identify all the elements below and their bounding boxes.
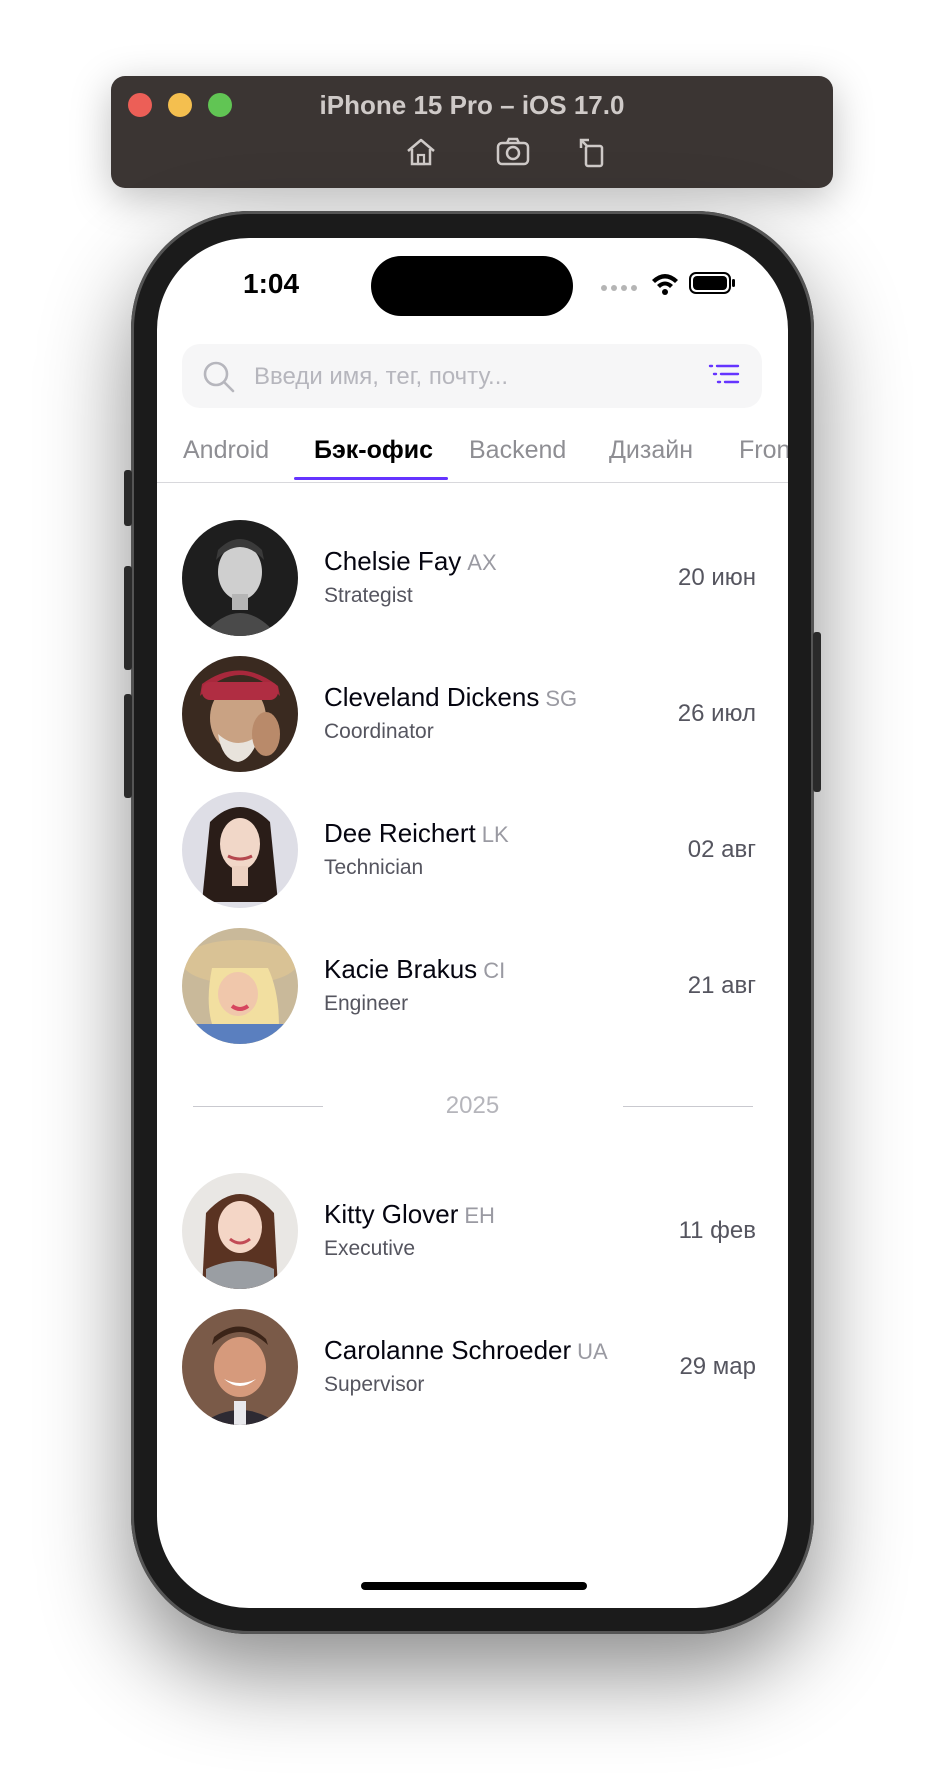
volume-down-button	[124, 694, 132, 798]
home-indicator[interactable]	[361, 1582, 587, 1590]
divider	[623, 1106, 753, 1107]
person-role: Strategist	[324, 584, 413, 607]
person-role: Technician	[324, 856, 424, 879]
avatar	[182, 656, 298, 772]
person-role: Engineer	[324, 992, 409, 1015]
person-date: 26 июл	[677, 700, 756, 727]
person-name: Dee Reichert	[324, 818, 476, 848]
tab-frontend[interactable]: Frontend	[739, 436, 788, 465]
search-bar[interactable]	[182, 344, 762, 410]
filter-icon[interactable]	[708, 362, 740, 390]
person-tag: CI	[483, 958, 506, 983]
person-name: Chelsie Fay	[324, 546, 462, 576]
person-role: Executive	[324, 1237, 416, 1260]
cellular-signal-icon	[601, 285, 637, 291]
active-tab-indicator	[294, 477, 448, 480]
person-date: 21 авг	[687, 972, 756, 999]
search-icon	[202, 360, 236, 394]
list-item[interactable]: Kitty Glover EH Executive 11 фев	[157, 1173, 788, 1293]
phone-screen: 1:04 Введи имя, тег, почту... Android Бэ…	[157, 238, 788, 1608]
simulator-titlebar: iPhone 15 Pro – iOS 17.0	[111, 76, 833, 188]
person-name: Cleveland Dickens	[324, 682, 540, 712]
person-date: 02 авг	[687, 836, 756, 863]
avatar	[182, 1173, 298, 1289]
simulator-title: iPhone 15 Pro – iOS 17.0	[319, 90, 625, 120]
action-button	[124, 470, 132, 526]
avatar	[182, 1309, 298, 1425]
list-item[interactable]: Cleveland Dickens SG Coordinator 26 июл	[157, 656, 788, 776]
status-icons	[600, 268, 740, 298]
tab-back-office[interactable]: Бэк-офис	[314, 436, 433, 465]
person-role: Coordinator	[324, 720, 434, 743]
person-name: Carolanne Schroeder	[324, 1335, 572, 1365]
person-tag: AX	[467, 550, 497, 575]
avatar	[182, 792, 298, 908]
volume-up-button	[124, 566, 132, 670]
list-item[interactable]: Carolanne Schroeder UA Supervisor 29 мар	[157, 1309, 788, 1429]
year-separator: 2025	[157, 1086, 788, 1126]
person-name: Kacie Brakus	[324, 954, 478, 984]
person-tag: EH	[464, 1203, 495, 1228]
list-item[interactable]: Kacie Brakus CI Engineer 21 авг	[157, 928, 788, 1048]
tab-backend[interactable]: Backend	[469, 436, 566, 465]
status-time: 1:04	[243, 268, 300, 299]
dynamic-island	[371, 256, 573, 316]
home-icon[interactable]	[403, 134, 439, 170]
department-tabs: Android Бэк-офис Backend Дизайн Frontend	[157, 416, 788, 483]
list-item[interactable]: Chelsie Fay AX Strategist 20 июн	[157, 520, 788, 640]
wifi-icon	[652, 274, 678, 295]
battery-icon	[689, 272, 735, 294]
tab-design[interactable]: Дизайн	[609, 436, 693, 465]
rotate-icon[interactable]	[575, 134, 611, 170]
person-tag: UA	[577, 1339, 608, 1364]
avatar	[182, 520, 298, 636]
search-input[interactable]	[252, 344, 696, 410]
avatar	[182, 928, 298, 1044]
person-date: 20 июн	[677, 564, 756, 591]
tab-android[interactable]: Android	[183, 436, 269, 465]
side-button	[813, 632, 821, 792]
person-date: 29 мар	[679, 1353, 756, 1380]
person-tag: LK	[481, 822, 509, 847]
person-role: Supervisor	[324, 1373, 425, 1396]
person-tag: SG	[545, 686, 578, 711]
person-date: 11 фев	[678, 1217, 756, 1244]
screenshot-icon[interactable]	[495, 134, 531, 170]
person-name: Kitty Glover	[324, 1199, 459, 1229]
list-item[interactable]: Dee Reichert LK Technician 02 авг	[157, 792, 788, 912]
